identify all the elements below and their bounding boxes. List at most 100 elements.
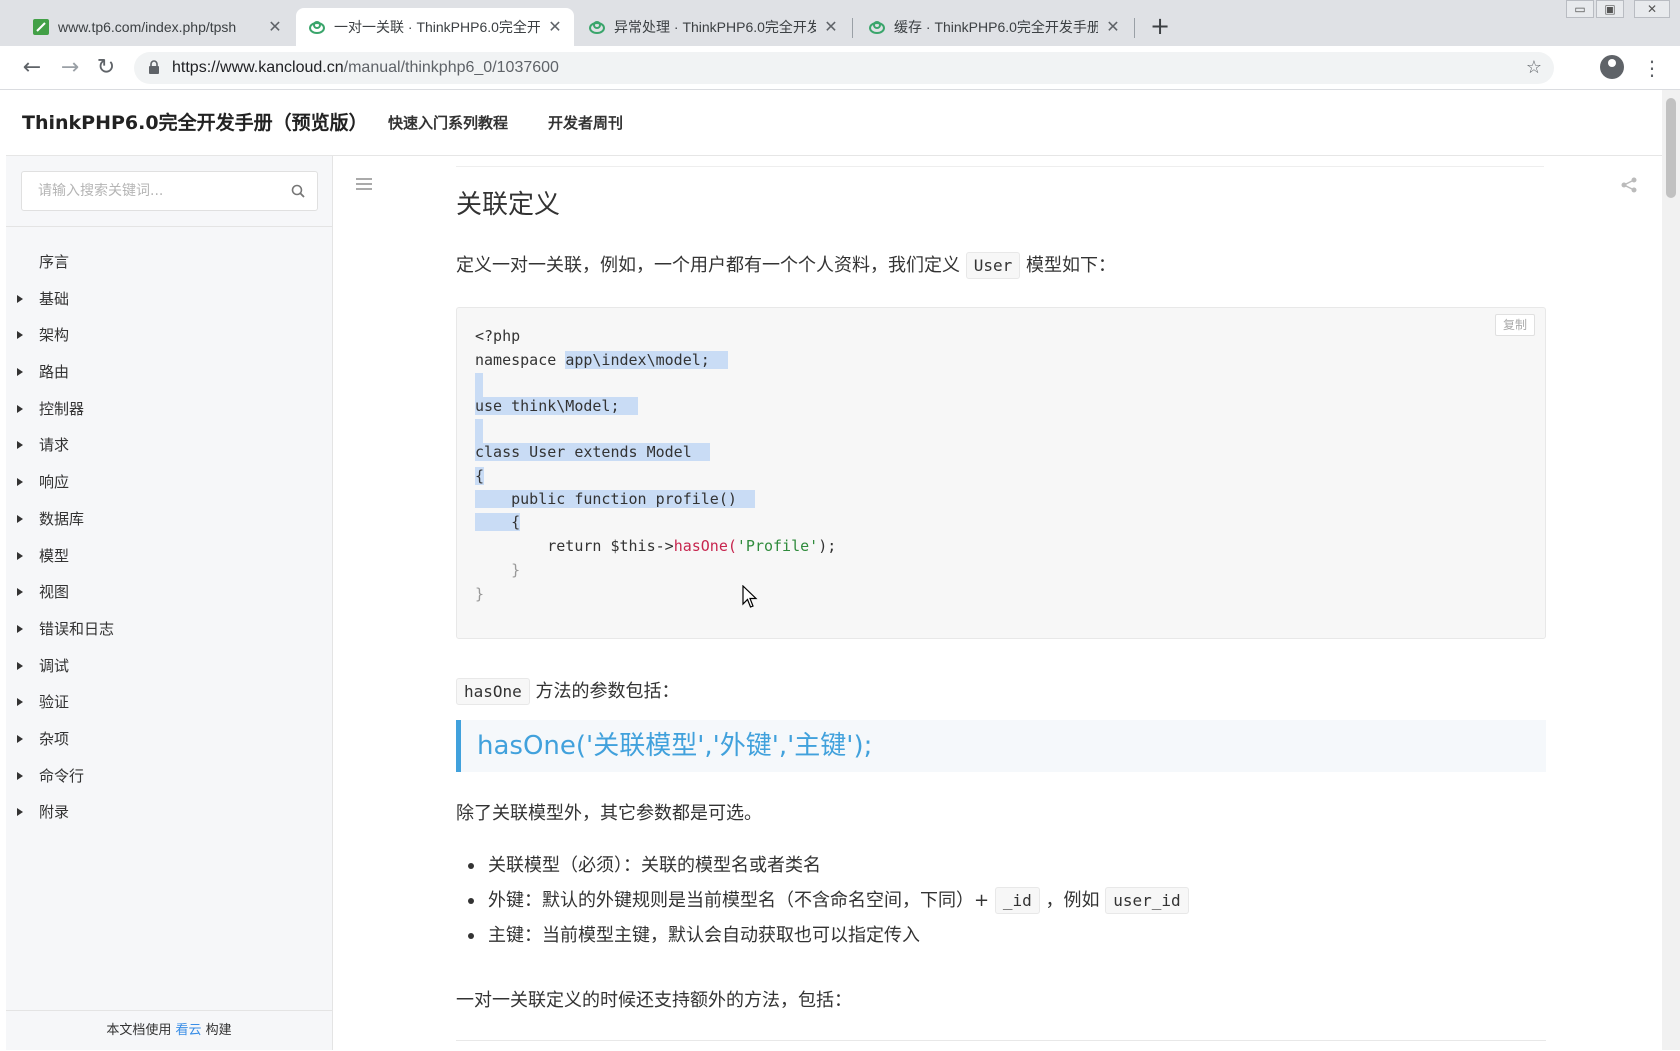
tab-close-icon[interactable]: ✕ — [822, 17, 840, 37]
code-line: { — [475, 510, 521, 534]
cloud-favicon-icon — [869, 21, 885, 34]
toc-item-misc[interactable]: 杂项 — [6, 721, 332, 758]
browser-toolbar: ← → ↻ https://www.kancloud.cn/manual/thi… — [0, 46, 1680, 90]
toc-label: 架构 — [39, 326, 70, 345]
toggle-sidebar-icon[interactable] — [356, 178, 372, 192]
list-item: 主键：当前模型主键，默认会自动获取也可以指定传入 — [456, 918, 1546, 953]
restore-icon[interactable]: ▣ — [1596, 0, 1624, 18]
tab-separator — [1134, 18, 1135, 38]
caret-right-icon[interactable] — [17, 404, 23, 413]
footer-link[interactable]: 看云 — [175, 1023, 201, 1038]
search-icon[interactable] — [291, 184, 305, 198]
toc-label: 附录 — [39, 803, 70, 822]
url-path: /manual/thinkphp6_0/1037600 — [343, 59, 559, 76]
site-header: ThinkPHP6.0完全开发手册（预览版） 快速入门系列教程 开发者周刊 — [6, 90, 1662, 156]
account-avatar-icon[interactable] — [1600, 55, 1624, 79]
caret-right-icon[interactable] — [17, 771, 23, 780]
tab-one-to-one[interactable]: 一对一关联 · ThinkPHP6.0完全开 ✕ — [296, 8, 574, 46]
caret-right-icon[interactable] — [17, 514, 23, 523]
caret-right-icon[interactable] — [17, 441, 23, 450]
tab-exception[interactable]: 异常处理 · ThinkPHP6.0完全开发 ✕ — [576, 8, 850, 46]
tab-close-icon[interactable]: ✕ — [266, 17, 284, 37]
signature-blockquote: hasOne('关联模型','外键','主键'); — [456, 720, 1546, 772]
toc-item-controller[interactable]: 控制器 — [6, 391, 332, 428]
url-text[interactable]: https://www.kancloud.cn/manual/thinkphp6… — [172, 52, 559, 84]
tab-close-icon[interactable]: ✕ — [1104, 17, 1122, 37]
toc-item-response[interactable]: 响应 — [6, 464, 332, 501]
toc-item-database[interactable]: 数据库 — [6, 501, 332, 538]
search-input[interactable] — [22, 172, 282, 210]
toc-label: 模型 — [39, 546, 70, 565]
optional-paragraph: 除了关联模型外，其它参数都是可选。 — [456, 803, 762, 824]
cloud-favicon-icon — [309, 21, 325, 34]
toc-item-view[interactable]: 视图 — [6, 574, 332, 611]
code-line: use think\Model; — [475, 394, 638, 418]
code-block[interactable]: 复制 <?php namespace app\index\model; use … — [456, 307, 1546, 639]
code-token: ); — [818, 536, 837, 555]
code-line: } — [475, 561, 521, 579]
toc-label: 控制器 — [39, 399, 85, 418]
caret-right-icon[interactable] — [17, 698, 23, 707]
code-line: public function profile() — [475, 487, 755, 511]
tab-separator — [852, 18, 853, 38]
inline-code: user_id — [1105, 887, 1189, 914]
toc-item-model[interactable]: 模型 — [6, 538, 332, 575]
toc-item-cli[interactable]: 命令行 — [6, 758, 332, 795]
selection-pad — [709, 351, 728, 370]
code-line: <?php — [475, 327, 521, 345]
selection-pad — [691, 443, 710, 461]
tab-close-icon[interactable]: ✕ — [546, 17, 564, 37]
toc-item-architecture[interactable]: 架构 — [6, 317, 332, 354]
window-close-icon[interactable]: ✕ — [1634, 0, 1670, 18]
caret-right-icon[interactable] — [17, 588, 23, 597]
share-icon[interactable] — [1620, 176, 1638, 194]
mouse-cursor-icon — [742, 585, 758, 608]
caret-right-icon[interactable] — [17, 331, 23, 340]
forward-button[interactable]: → — [54, 52, 86, 84]
toc-item-errors-logs[interactable]: 错误和日志 — [6, 611, 332, 648]
back-button[interactable]: ← — [16, 52, 48, 84]
toc-item-validation[interactable]: 验证 — [6, 684, 332, 721]
toc-label: 视图 — [39, 583, 70, 602]
list-text: 外键：默认的外键规则是当前模型名（不含命名空间，下同）+ — [488, 890, 990, 911]
list-item: 关联模型（必须）：关联的模型名或者类名 — [456, 848, 1546, 883]
caret-right-icon[interactable] — [17, 294, 23, 303]
reload-button[interactable]: ↻ — [90, 52, 122, 84]
caret-right-icon[interactable] — [17, 478, 23, 487]
browser-menu-icon[interactable]: ⋮ — [1640, 52, 1664, 84]
nav-weekly[interactable]: 开发者周刊 — [548, 90, 623, 156]
toc-label: 请求 — [39, 436, 70, 455]
toc-item-preface[interactable]: 序言 — [6, 244, 332, 281]
toc-item-request[interactable]: 请求 — [6, 427, 332, 464]
caret-right-icon[interactable] — [17, 661, 23, 670]
code-line: namespace app\index\model; — [475, 348, 728, 372]
code-line: } — [475, 585, 485, 604]
toc-item-routing[interactable]: 路由 — [6, 354, 332, 391]
site-title[interactable]: ThinkPHP6.0完全开发手册（预览版） — [22, 90, 368, 156]
copy-button[interactable]: 复制 — [1495, 314, 1535, 336]
tab-tpsh[interactable]: www.tp6.com/index.php/tpsh ✕ — [20, 8, 294, 46]
address-bar[interactable]: https://www.kancloud.cn/manual/thinkphp6… — [134, 52, 1554, 84]
caret-right-icon[interactable] — [17, 808, 23, 817]
toc-item-appendix[interactable]: 附录 — [6, 794, 332, 831]
toc-label: 错误和日志 — [39, 619, 115, 638]
caret-right-icon[interactable] — [17, 368, 23, 377]
code-line: return $this->hasOne('Profile'); — [475, 534, 836, 558]
selection-pad — [619, 397, 638, 416]
bookmark-star-icon[interactable]: ☆ — [1526, 52, 1542, 84]
caret-right-icon[interactable] — [17, 624, 23, 633]
inline-code: User — [965, 252, 1021, 279]
code-line: { — [475, 464, 485, 488]
code-token: hasOne( — [673, 536, 737, 555]
toc-item-basics[interactable]: 基础 — [6, 281, 332, 318]
scrollbar-thumb[interactable] — [1666, 98, 1676, 198]
nav-quickstart[interactable]: 快速入门系列教程 — [388, 90, 508, 156]
toc-label: 数据库 — [39, 509, 85, 528]
tab-cache[interactable]: 缓存 · ThinkPHP6.0完全开发手册 ✕ — [856, 8, 1132, 46]
minimize-icon[interactable]: ▭ — [1566, 0, 1594, 18]
new-tab-button[interactable]: + — [1148, 12, 1172, 40]
page-scrollbar[interactable] — [1662, 90, 1680, 1050]
toc-item-debug[interactable]: 调试 — [6, 648, 332, 685]
caret-right-icon[interactable] — [17, 734, 23, 743]
caret-right-icon[interactable] — [17, 551, 23, 560]
